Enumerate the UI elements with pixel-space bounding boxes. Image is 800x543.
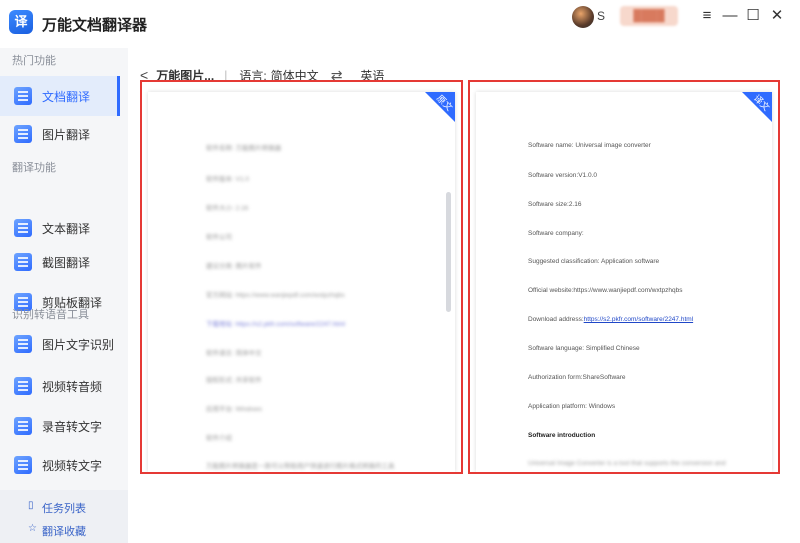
maximize-icon[interactable]: ☐ xyxy=(743,6,763,26)
image-icon xyxy=(14,125,32,143)
translation-line-download: Download address:https://s2.pkfr.com/sof… xyxy=(528,316,693,323)
translation-line: Official website:https://www.wanjiepdf.c… xyxy=(528,287,683,294)
original-line: 万能图片转换器是一款可以帮助用户快速进行图片格式转换的工具 xyxy=(206,463,395,470)
download-label: Download address: xyxy=(528,316,584,323)
scrollbar[interactable] xyxy=(446,192,451,312)
translation-line: Application platform: Windows xyxy=(528,403,616,410)
original-line: 软件语言: 简体中文 xyxy=(206,350,262,357)
original-line: 软件公司 xyxy=(206,234,232,241)
sidebar-item-image-translate[interactable]: 图片翻译 xyxy=(0,114,120,154)
original-line: 软件大小: 2.16 xyxy=(206,205,249,212)
sidebar-item-audio-to-text[interactable]: 录音转文字 xyxy=(0,406,120,446)
sidebar-item-label: 文本翻译 xyxy=(42,221,91,236)
translation-line: Software name: Universal image converter xyxy=(528,142,651,149)
sidebar-section-recognition: 识别转语音工具 xyxy=(12,309,89,321)
download-link[interactable]: https://s2.pkfr.com/software/2247.html xyxy=(584,316,693,323)
sidebar-item-label: 图片文字识别 xyxy=(42,337,115,352)
user-initial[interactable]: S xyxy=(597,9,605,23)
sidebar-item-doc-translate[interactable]: 文档翻译 xyxy=(0,76,120,116)
user-avatar[interactable] xyxy=(572,6,594,28)
sidebar-item-video-to-text[interactable]: 视频转文字 xyxy=(0,445,120,485)
original-document-page: 原文 软件名称: 万能图片转换器 软件版本: V1.0 软件大小: 2.16 软… xyxy=(148,92,455,472)
video-text-icon xyxy=(14,456,32,474)
close-icon[interactable]: ✕ xyxy=(767,6,787,26)
original-line: 授权形式: 共享软件 xyxy=(206,377,262,384)
task-list-label: 任务列表 xyxy=(42,503,86,515)
video-icon xyxy=(14,377,32,395)
original-line: 建议分类: 图片软件 xyxy=(206,263,262,270)
menu-icon[interactable]: ≡ xyxy=(697,6,717,26)
translation-line: Software company: xyxy=(528,230,584,237)
task-list-link[interactable]: ▯ 任务列表 xyxy=(28,500,86,516)
translation-heading: Software introduction xyxy=(528,432,596,439)
original-line: 应用平台: Windows xyxy=(206,406,262,413)
original-panel[interactable]: 原文 软件名称: 万能图片转换器 软件版本: V1.0 软件大小: 2.16 软… xyxy=(140,80,463,474)
app-logo-icon: 译 xyxy=(9,10,33,34)
sidebar-section-translate: 翻译功能 xyxy=(12,162,56,174)
original-line: 软件介绍 xyxy=(206,435,232,442)
app-title: 万能文档翻译器 xyxy=(42,17,148,34)
translation-document-page: 译文 Software name: Universal image conver… xyxy=(476,92,772,472)
translation-line: Suggested classification: Application so… xyxy=(528,258,660,265)
microphone-icon xyxy=(14,417,32,435)
sidebar-item-label: 视频转音频 xyxy=(42,379,103,394)
favorites-link[interactable]: ☆ 翻译收藏 xyxy=(28,523,86,539)
original-line: 软件版本: V1.0 xyxy=(206,176,249,183)
translation-line: Software version:V1.0.0 xyxy=(528,172,598,179)
minimize-icon[interactable]: — xyxy=(720,6,740,26)
title-bar: 译 万能文档翻译器 S ████ ≡ — ☐ ✕ xyxy=(0,0,800,48)
sidebar-section-hot: 热门功能 xyxy=(12,55,56,67)
translation-line: Software size:2.16 xyxy=(528,201,582,208)
translation-line: Software language: Simplified Chinese xyxy=(528,345,640,352)
original-line: 官方网站: https://www.wanjiepdf.com/wxtpzhqb… xyxy=(206,292,345,299)
sidebar-item-label: 截图翻译 xyxy=(42,255,91,270)
sidebar-item-label: 图片翻译 xyxy=(42,127,91,142)
translation-panel[interactable]: 译文 Software name: Universal image conver… xyxy=(468,80,780,474)
sidebar-item-label: 文档翻译 xyxy=(42,89,91,104)
original-line: 软件名称: 万能图片转换器 xyxy=(206,145,282,152)
sidebar: 热门功能 文档翻译 图片翻译 翻译功能 文本翻译 截图翻译 剪贴板翻译 识别转语… xyxy=(0,48,128,543)
sidebar-bottom-links: ▯ 任务列表 ☆ 翻译收藏 xyxy=(0,490,128,543)
translation-line: Authorization form:ShareSoftware xyxy=(528,374,626,381)
ocr-icon xyxy=(14,335,32,353)
document-icon xyxy=(14,87,32,105)
sidebar-item-label: 视频转文字 xyxy=(42,458,103,473)
sidebar-item-label: 录音转文字 xyxy=(42,419,103,434)
sidebar-item-video-to-audio[interactable]: 视频转音频 xyxy=(0,366,120,406)
sidebar-item-screenshot-translate[interactable]: 截图翻译 xyxy=(0,242,120,282)
translation-line: Universal Image Converter is a tool that… xyxy=(528,460,726,467)
task-list-icon: ▯ xyxy=(28,500,34,511)
text-icon xyxy=(14,219,32,237)
sidebar-item-ocr[interactable]: 图片文字识别 xyxy=(0,324,120,364)
vip-badge[interactable]: ████ xyxy=(620,6,678,26)
star-icon: ☆ xyxy=(28,523,37,534)
favorites-label: 翻译收藏 xyxy=(42,526,86,538)
screenshot-icon xyxy=(14,253,32,271)
original-line: 下载地址: https://s2.pkfr.com/software/2247.… xyxy=(206,321,346,328)
